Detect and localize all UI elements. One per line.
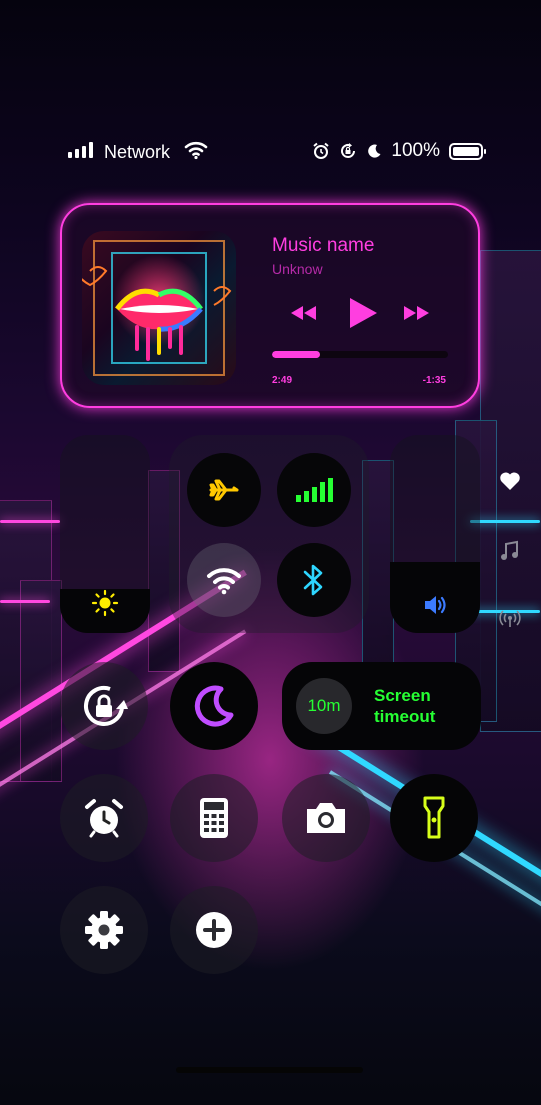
alarm-button[interactable] bbox=[60, 774, 148, 862]
music-note-icon[interactable] bbox=[499, 540, 519, 562]
neon-strip bbox=[0, 520, 60, 523]
home-indicator[interactable] bbox=[176, 1067, 363, 1073]
moon-icon bbox=[194, 685, 234, 727]
bluetooth-icon bbox=[303, 564, 323, 596]
cellular-bars-icon bbox=[296, 478, 333, 502]
moon-icon bbox=[368, 144, 381, 158]
rewind-icon[interactable] bbox=[288, 303, 320, 323]
music-progress-fill bbox=[272, 351, 320, 358]
rotation-lock-icon bbox=[84, 685, 128, 726]
alarm-clock-icon bbox=[85, 799, 123, 838]
timeout-label: Screen timeout bbox=[374, 686, 436, 726]
time-elapsed: 2:49 bbox=[272, 375, 293, 386]
network-label: Network bbox=[104, 142, 171, 162]
rotation-lock-button[interactable] bbox=[60, 662, 148, 750]
broadcast-icon[interactable] bbox=[499, 608, 521, 628]
album-art[interactable] bbox=[82, 231, 236, 385]
connectivity-panel bbox=[169, 435, 369, 633]
timeout-value: 10m bbox=[296, 678, 352, 734]
calculator-button[interactable] bbox=[170, 774, 258, 862]
flashlight-button[interactable] bbox=[390, 774, 478, 862]
gear-icon bbox=[85, 911, 123, 949]
status-bar: Network 100% bbox=[0, 138, 541, 166]
do-not-disturb-button[interactable] bbox=[170, 662, 258, 750]
mobile-data-button[interactable] bbox=[277, 453, 351, 527]
signal-bars-icon bbox=[68, 142, 93, 158]
rotation-lock-icon bbox=[341, 143, 356, 158]
background-building bbox=[20, 580, 62, 782]
track-title: Music name bbox=[272, 235, 375, 256]
screen-timeout-button[interactable]: 10m Screen timeout bbox=[282, 662, 481, 750]
battery-percent: 100% bbox=[391, 140, 440, 161]
album-art-image bbox=[82, 240, 232, 376]
battery-icon bbox=[449, 142, 486, 160]
volume-slider[interactable] bbox=[390, 435, 480, 633]
calculator-icon bbox=[200, 798, 228, 838]
speaker-icon bbox=[425, 596, 446, 614]
music-progress-bar[interactable] bbox=[272, 351, 448, 358]
camera-icon bbox=[307, 803, 345, 833]
airplane-icon bbox=[209, 479, 239, 501]
neon-strip bbox=[0, 600, 50, 603]
play-icon[interactable] bbox=[346, 295, 380, 331]
add-button[interactable] bbox=[170, 886, 258, 974]
plus-icon bbox=[196, 912, 232, 948]
neon-strip bbox=[470, 520, 540, 523]
track-artist: Unknow bbox=[272, 261, 323, 277]
heart-icon[interactable] bbox=[499, 471, 521, 491]
wifi-button[interactable] bbox=[187, 543, 261, 617]
sun-icon bbox=[91, 589, 119, 617]
camera-button[interactable] bbox=[282, 774, 370, 862]
flashlight-icon bbox=[423, 796, 445, 839]
background-building bbox=[0, 500, 52, 782]
music-player-card[interactable]: Music name Unknow 2:49 -1:35 bbox=[60, 203, 480, 408]
background-building bbox=[480, 250, 541, 732]
time-remaining: -1:35 bbox=[422, 375, 446, 386]
wifi-icon bbox=[184, 141, 208, 160]
settings-button[interactable] bbox=[60, 886, 148, 974]
brightness-slider[interactable] bbox=[60, 435, 150, 633]
alarm-icon bbox=[313, 142, 330, 159]
fast-forward-icon[interactable] bbox=[400, 303, 432, 323]
airplane-mode-button[interactable] bbox=[187, 453, 261, 527]
bluetooth-button[interactable] bbox=[277, 543, 351, 617]
wifi-icon bbox=[207, 568, 241, 595]
